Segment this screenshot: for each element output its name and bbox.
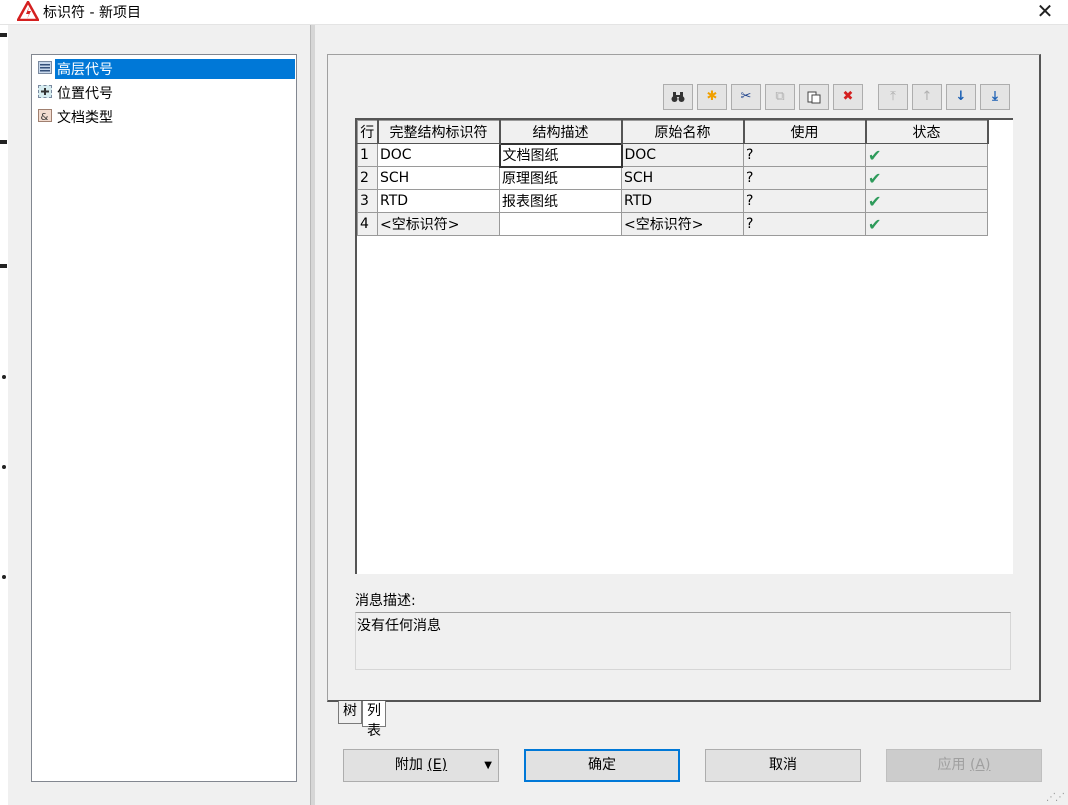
cell-identifier[interactable]: <空标识符> [377, 212, 500, 236]
attach-button-shortcut: (E) [427, 757, 448, 773]
row-number: 3 [357, 189, 378, 213]
move-up-button[interactable]: ↑ [912, 84, 942, 110]
cell-description[interactable] [499, 212, 622, 236]
ok-button[interactable]: 确定 [524, 749, 680, 782]
cell-original-name: <空标识符> [621, 212, 744, 236]
row-number: 2 [357, 166, 378, 190]
dropdown-arrow-icon: ▼ [484, 760, 492, 771]
apply-button[interactable]: 应用 (A) [886, 749, 1042, 782]
table-header-row: 行 完整结构标识符 结构描述 原始名称 使用 状态 [357, 120, 989, 144]
paste-icon [807, 91, 821, 104]
message-label: 消息描述: [355, 593, 416, 609]
table-row[interactable]: 2 SCH 原理图纸 SCH ? ✔ [357, 166, 988, 190]
title-bar: 标识符 - 新项目 ✕ [0, 0, 1068, 24]
tree-item-label: 位置代号 [57, 86, 113, 102]
cancel-button[interactable]: 取消 [705, 749, 861, 782]
background-mark [0, 140, 7, 144]
cell-original-name: SCH [621, 166, 744, 190]
cell-original-name: RTD [621, 189, 744, 213]
tree-panel[interactable]: 高层代号 位置代号 & 文档类型 [31, 54, 297, 782]
identifier-grid[interactable]: 行 完整结构标识符 结构描述 原始名称 使用 状态 1 DOC 文档图纸 DOC… [355, 118, 1013, 574]
attach-button[interactable]: 附加 (E) ▼ [343, 749, 499, 782]
tree-item-label: 文档类型 [57, 110, 113, 126]
column-header-usage[interactable]: 使用 [743, 120, 867, 144]
background-mark [0, 33, 7, 37]
table-row[interactable]: 1 DOC 文档图纸 DOC ? ✔ [357, 142, 988, 168]
cell-description[interactable]: 原理图纸 [499, 166, 622, 190]
apply-button-label: 应用 [937, 757, 966, 773]
tree-item-location-code[interactable]: 位置代号 [36, 81, 296, 103]
column-header-original-name[interactable]: 原始名称 [621, 120, 745, 144]
tree-item-document-type[interactable]: & 文档类型 [36, 105, 296, 127]
binoculars-icon [671, 92, 685, 102]
new-button[interactable]: ✱ [697, 84, 727, 110]
delete-button[interactable]: ✖ [833, 84, 863, 110]
cut-button[interactable]: ✂ [731, 84, 761, 110]
tab-tree[interactable]: 树 [338, 701, 362, 724]
check-icon: ✔ [868, 191, 882, 211]
panel-splitter[interactable] [310, 25, 315, 805]
row-number: 4 [357, 212, 378, 236]
background-mark [2, 575, 6, 579]
window-title: 标识符 - 新项目 [43, 5, 141, 21]
move-down-button[interactable]: ↓ [946, 84, 976, 110]
message-box: 没有任何消息 [355, 612, 1011, 670]
tab-list[interactable]: 列表 [362, 701, 386, 739]
cell-original-name: DOC [621, 143, 744, 167]
column-header-description[interactable]: 结构描述 [499, 120, 623, 144]
ampersand-icon: & [38, 109, 52, 122]
list-view-frame: ✱ ✂ ⧉ ✖ ⤒ ↑ ↓ ⤓ 行 完整结构标识符 结构描述 原始名称 使用 状… [327, 54, 1041, 702]
column-header-row[interactable]: 行 [357, 120, 379, 144]
move-bottom-button[interactable]: ⤓ [980, 84, 1010, 110]
plus-box-icon [38, 85, 52, 98]
cell-status: ✔ [865, 212, 988, 236]
cell-usage: ? [743, 143, 866, 167]
check-icon: ✔ [868, 214, 882, 234]
background-mark [0, 264, 7, 268]
check-icon: ✔ [868, 145, 882, 165]
cell-status: ✔ [865, 166, 988, 190]
row-number: 1 [357, 143, 378, 167]
close-button[interactable]: ✕ [1028, 0, 1062, 24]
tree-item-high-level-code[interactable]: 高层代号 [36, 57, 296, 79]
title-divider [0, 24, 1068, 25]
cell-status: ✔ [865, 189, 988, 213]
cell-usage: ? [743, 189, 866, 213]
find-button[interactable] [663, 84, 693, 110]
paste-button[interactable] [799, 84, 829, 110]
cell-identifier[interactable]: RTD [377, 189, 500, 213]
tree-item-label: 高层代号 [55, 59, 295, 79]
app-logo-icon [17, 1, 39, 21]
check-icon: ✔ [868, 168, 882, 188]
attach-button-label: 附加 [394, 757, 423, 773]
apply-button-shortcut: (A) [969, 757, 991, 773]
list-icon [38, 61, 52, 74]
table-row[interactable]: 4 <空标识符> <空标识符> ? ✔ [357, 212, 988, 236]
background-mark [2, 465, 6, 469]
cell-usage: ? [743, 212, 866, 236]
column-header-identifier[interactable]: 完整结构标识符 [377, 120, 501, 144]
table-row[interactable]: 3 RTD 报表图纸 RTD ? ✔ [357, 189, 988, 213]
cell-description[interactable]: 文档图纸 [498, 142, 623, 168]
cell-identifier[interactable]: SCH [377, 166, 500, 190]
cell-usage: ? [743, 166, 866, 190]
cell-description[interactable]: 报表图纸 [499, 189, 622, 213]
column-header-status[interactable]: 状态 [865, 120, 989, 144]
cell-status: ✔ [865, 143, 988, 167]
cell-identifier[interactable]: DOC [377, 143, 500, 167]
svg-text:&: & [41, 112, 49, 121]
background-mark [2, 375, 6, 379]
resize-grip-icon[interactable]: ⋰⋰ [1046, 792, 1065, 803]
identifier-table: 行 完整结构标识符 结构描述 原始名称 使用 状态 1 DOC 文档图纸 DOC… [357, 120, 989, 236]
move-top-button[interactable]: ⤒ [878, 84, 908, 110]
copy-button[interactable]: ⧉ [765, 84, 795, 110]
